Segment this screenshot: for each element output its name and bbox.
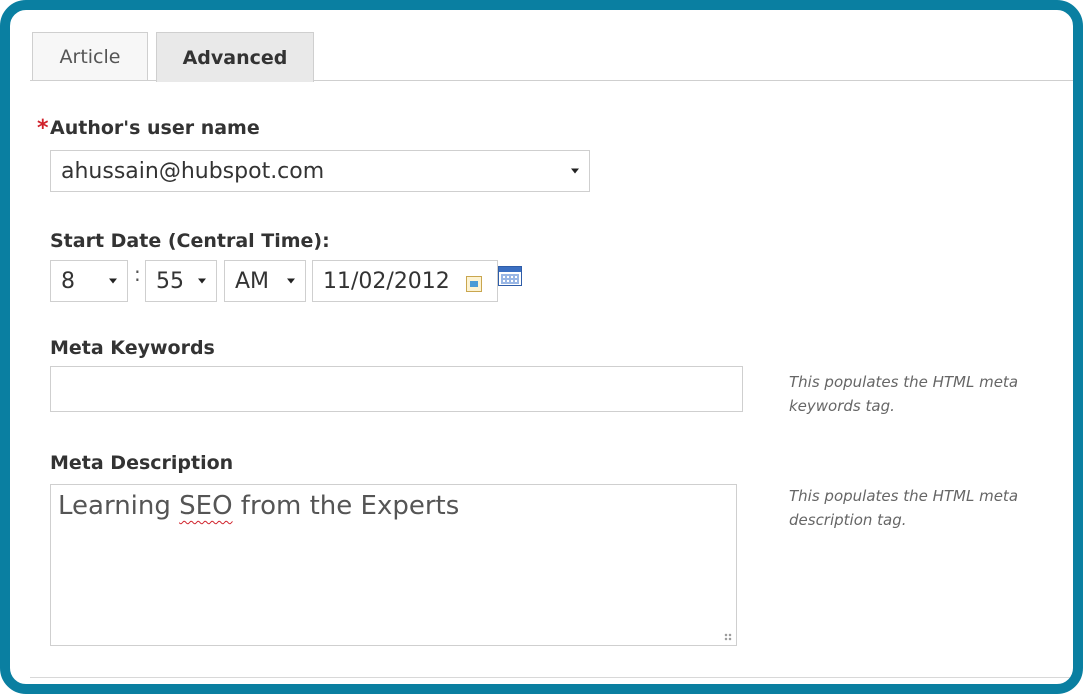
resize-grip-icon[interactable] <box>724 633 732 641</box>
caret-down-icon <box>287 278 295 284</box>
start-date-label: Start Date (Central Time): <box>50 230 330 252</box>
required-marker: * <box>37 116 49 141</box>
minute-select[interactable]: 55 <box>145 260 217 302</box>
meta-keywords-label: Meta Keywords <box>50 337 215 359</box>
time-separator: : <box>134 262 141 286</box>
spellcheck-underlined-word: SEO <box>179 491 233 521</box>
ampm-value: AM <box>235 268 270 294</box>
ampm-select[interactable]: AM <box>224 260 306 302</box>
caret-down-icon <box>109 278 117 284</box>
meta-description-hint: This populates the HTML meta description… <box>789 487 1019 529</box>
hour-value: 8 <box>61 268 75 294</box>
caret-down-icon <box>571 168 579 174</box>
tab-bar: Article Advanced <box>30 30 1073 82</box>
date-value: 11/02/2012 <box>323 268 450 294</box>
calendar-icon[interactable] <box>498 266 522 286</box>
caret-down-icon <box>198 278 206 284</box>
meta-description-value: Learning SEO from the Experts <box>58 491 459 521</box>
bottom-divider <box>30 677 1073 678</box>
date-picker-icon[interactable] <box>466 276 482 292</box>
meta-keywords-input[interactable] <box>50 366 743 412</box>
meta-description-label: Meta Description <box>50 452 234 474</box>
hour-select[interactable]: 8 <box>50 260 128 302</box>
tab-article[interactable]: Article <box>32 32 148 80</box>
meta-description-text-pre: Learning <box>58 491 180 521</box>
author-select-value: ahussain@hubspot.com <box>61 158 325 184</box>
author-label: Author's user name <box>50 117 260 139</box>
meta-keywords-hint: This populates the HTML meta keywords ta… <box>789 373 1019 415</box>
minute-value: 55 <box>156 268 184 294</box>
meta-description-textarea[interactable]: Learning SEO from the Experts <box>50 484 737 646</box>
author-select[interactable]: ahussain@hubspot.com <box>50 150 590 192</box>
tab-advanced[interactable]: Advanced <box>156 32 314 82</box>
app-frame: Article Advanced * Author's user name ah… <box>0 0 1083 694</box>
meta-description-text-post: from the Experts <box>232 491 460 521</box>
